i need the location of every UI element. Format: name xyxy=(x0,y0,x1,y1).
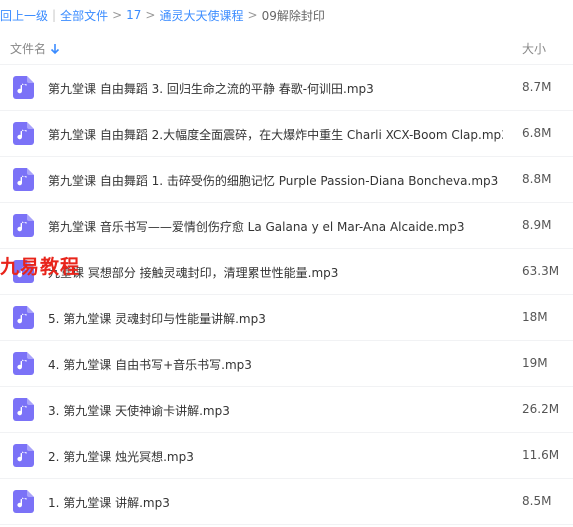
file-row[interactable]: 4. 第九堂课 自由书写+音乐书写.mp3 19M xyxy=(0,341,573,387)
file-size: 26.2M xyxy=(522,402,560,416)
column-header-size[interactable]: 大小 xyxy=(522,40,546,57)
breadcrumb-all-files[interactable]: 全部文件 xyxy=(60,7,108,24)
sort-by-name-button[interactable]: 文件名 xyxy=(10,40,60,57)
breadcrumb-divider: | xyxy=(52,8,57,22)
watermark-text: 九易教程 xyxy=(0,256,81,278)
file-row[interactable]: 第九堂课 自由舞蹈 1. 击碎受伤的细胞记忆 Purple Passion-Di… xyxy=(0,157,573,203)
breadcrumb: 回上一级 | 全部文件 > 17 > 通灵大天使课程 > 09解除封印 xyxy=(0,0,573,30)
file-row[interactable]: 第九堂课 自由舞蹈 3. 回归生命之流的平静 春歌-何训田.mp3 8.7M xyxy=(0,65,573,111)
file-name[interactable]: 4. 第九堂课 自由书写+音乐书写.mp3 xyxy=(48,356,252,373)
back-link[interactable]: 回上一级 xyxy=(0,7,48,24)
file-size: 11.6M xyxy=(522,448,560,462)
file-row[interactable]: 3. 第九堂课 天使神谕卡讲解.mp3 26.2M xyxy=(0,387,573,433)
list-header: 文件名 大小 xyxy=(0,30,573,65)
sort-down-arrow-icon xyxy=(50,43,60,54)
file-name[interactable]: 5. 第九堂课 灵魂封印与性能量讲解.mp3 xyxy=(48,310,266,327)
chevron-right-icon: > xyxy=(145,8,156,22)
file-size: 19M xyxy=(522,356,548,370)
file-name[interactable]: 第九堂课 自由舞蹈 3. 回归生命之流的平静 春歌-何训田.mp3 xyxy=(48,80,374,97)
file-name[interactable]: 3. 第九堂课 天使神谕卡讲解.mp3 xyxy=(48,402,230,419)
file-row[interactable]: 2. 第九堂课 烛光冥想.mp3 11.6M xyxy=(0,433,573,479)
breadcrumb-folder-17[interactable]: 17 xyxy=(126,8,141,22)
file-size: 8.7M xyxy=(522,80,552,94)
file-size: 8.5M xyxy=(522,494,552,508)
file-row[interactable]: 第九堂课 音乐书写——爱情创伤疗愈 La Galana y el Mar-Ana… xyxy=(0,203,573,249)
chevron-right-icon: > xyxy=(247,8,258,22)
file-name[interactable]: 第九堂课 音乐书写——爱情创伤疗愈 La Galana y el Mar-Ana… xyxy=(48,218,465,235)
chevron-right-icon: > xyxy=(112,8,123,22)
file-row[interactable]: 第九堂课 自由舞蹈 2.大幅度全面震碎，在大爆炸中重生 Charli XCX-B… xyxy=(0,111,573,157)
file-row[interactable]: 1. 第九堂课 讲解.mp3 8.5M xyxy=(0,479,573,525)
file-name[interactable]: 1. 第九堂课 讲解.mp3 xyxy=(48,494,170,511)
file-size: 6.8M xyxy=(522,126,552,140)
file-list: 第九堂课 自由舞蹈 3. 回归生命之流的平静 春歌-何训田.mp3 8.7M 第九堂… xyxy=(0,65,573,525)
file-row[interactable]: 5. 第九堂课 灵魂封印与性能量讲解.mp3 18M xyxy=(0,295,573,341)
file-size: 8.8M xyxy=(522,172,552,186)
file-size: 63.3M xyxy=(522,264,560,278)
breadcrumb-current: 09解除封印 xyxy=(261,8,325,23)
file-size: 8.9M xyxy=(522,218,552,232)
file-name[interactable]: 2. 第九堂课 烛光冥想.mp3 xyxy=(48,448,194,465)
file-size: 18M xyxy=(522,310,548,324)
file-name[interactable]: 第九堂课 自由舞蹈 2.大幅度全面震碎，在大爆炸中重生 Charli XCX-B… xyxy=(48,126,503,143)
column-header-name: 文件名 xyxy=(10,42,47,56)
file-row[interactable]: 九堂课 冥想部分 接触灵魂封印，清理累世性能量.mp3 63.3M xyxy=(0,249,573,295)
file-name[interactable]: 九堂课 冥想部分 接触灵魂封印，清理累世性能量.mp3 xyxy=(48,264,338,281)
file-name[interactable]: 第九堂课 自由舞蹈 1. 击碎受伤的细胞记忆 Purple Passion-Di… xyxy=(48,172,498,189)
breadcrumb-folder-course[interactable]: 通灵大天使课程 xyxy=(159,7,243,24)
